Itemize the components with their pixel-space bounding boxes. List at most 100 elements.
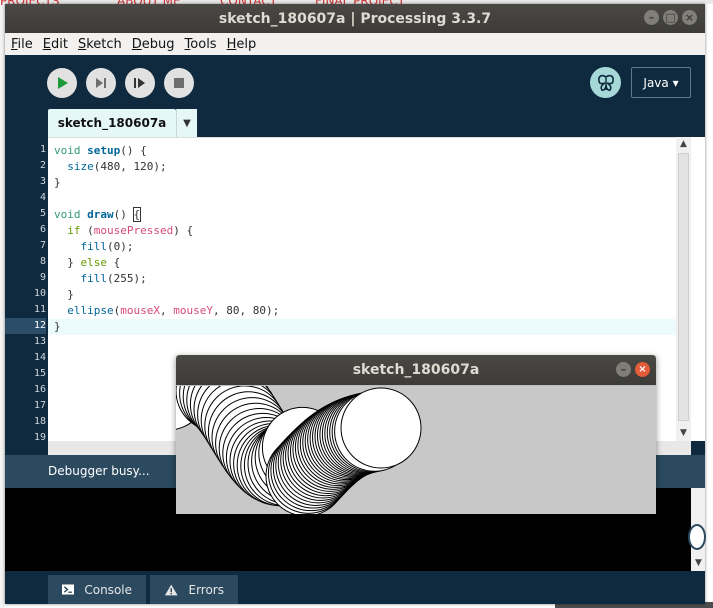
code-token: (0); xyxy=(107,240,134,253)
line-number[interactable]: 17 xyxy=(5,398,46,414)
code-token: fill xyxy=(80,272,108,285)
code-line[interactable]: ellipse(mouseX, mouseY, 80, 80); xyxy=(48,303,676,319)
toolbar: Java ▾ xyxy=(5,55,705,110)
code-token: draw xyxy=(87,208,114,221)
tab-errors-label: Errors xyxy=(188,582,224,597)
editor-vertical-scrollbar[interactable]: ▲ ▼ xyxy=(676,137,691,441)
tab-sketch[interactable]: sketch_180607a xyxy=(48,109,176,137)
tab-errors[interactable]: Errors xyxy=(150,575,238,604)
code-token: fill xyxy=(80,240,108,253)
line-number[interactable]: 18 xyxy=(5,414,46,430)
code-line[interactable]: fill(0); xyxy=(48,239,676,255)
code-token: , xyxy=(159,304,174,317)
console-icon xyxy=(62,584,75,595)
sketch-minimize-button[interactable]: – xyxy=(616,362,631,377)
continue-button[interactable] xyxy=(125,68,155,98)
code-token: } xyxy=(54,176,61,189)
code-line[interactable]: if (mousePressed) { xyxy=(48,223,676,239)
menu-edit[interactable]: Edit xyxy=(37,37,72,52)
debugger-butterfly-icon xyxy=(597,74,614,91)
tab-console[interactable]: Console xyxy=(48,575,146,604)
code-token: void xyxy=(54,144,88,157)
code-token: void xyxy=(54,208,88,221)
line-number[interactable]: 11 xyxy=(5,302,46,318)
code-token: mousePressed xyxy=(93,224,174,237)
code-token: } xyxy=(54,256,81,269)
tab-console-label: Console xyxy=(84,582,132,597)
code-token: if xyxy=(67,224,81,237)
line-number[interactable]: 15 xyxy=(5,366,46,382)
code-token: } xyxy=(54,288,74,301)
sketch-titlebar[interactable]: sketch_180607a – × xyxy=(176,355,656,385)
code-token: , 80, 80); xyxy=(212,304,280,317)
scroll-down-icon[interactable]: ▼ xyxy=(676,426,691,441)
line-number-gutter: 1 2 3 4 5 6 7 8 9 10 11 12 13 14 15 16 17 18 19 xyxy=(5,137,48,443)
mode-selector[interactable]: Java ▾ xyxy=(631,67,691,98)
close-button[interactable]: × xyxy=(682,10,697,25)
debugger-toggle-button[interactable] xyxy=(590,67,621,98)
bottom-panel-tabs: Console Errors xyxy=(5,571,705,604)
line-number[interactable]: 13 xyxy=(5,334,46,350)
line-number[interactable]: 12 xyxy=(5,318,46,334)
code-line[interactable]: } xyxy=(48,319,676,335)
menu-sketch[interactable]: Sketch xyxy=(72,37,126,52)
code-token: mouseY xyxy=(173,304,213,317)
stop-button[interactable] xyxy=(164,68,194,98)
line-number[interactable]: 2 xyxy=(5,158,46,174)
console-scroll-thumb[interactable] xyxy=(688,524,706,550)
code-line[interactable]: void draw() { xyxy=(48,207,676,223)
code-line[interactable] xyxy=(48,191,676,207)
menu-file[interactable]: File xyxy=(5,37,37,52)
code-token: mouseX xyxy=(120,304,160,317)
line-number[interactable]: 16 xyxy=(5,382,46,398)
code-token: { xyxy=(107,256,121,269)
code-token: (255); xyxy=(107,272,147,285)
line-number[interactable]: 5 xyxy=(5,206,46,222)
code-line[interactable]: } else { xyxy=(48,255,676,271)
minimize-button[interactable]: – xyxy=(644,10,659,25)
window-titlebar[interactable]: sketch_180607a | Processing 3.3.7 – □ × xyxy=(5,4,705,33)
line-number[interactable]: 10 xyxy=(5,286,46,302)
sketch-canvas[interactable] xyxy=(176,385,656,514)
menu-help[interactable]: Help xyxy=(221,37,261,52)
sketch-window-title: sketch_180607a xyxy=(352,362,480,378)
tab-menu-button[interactable]: ▼ xyxy=(176,109,197,137)
run-icon xyxy=(58,77,68,89)
console-scroll-down-icon[interactable]: ▼ xyxy=(691,556,706,571)
line-number[interactable]: 6 xyxy=(5,222,46,238)
maximize-button[interactable]: □ xyxy=(663,10,678,25)
stop-icon xyxy=(174,78,184,88)
line-number[interactable]: 3 xyxy=(5,174,46,190)
menu-tools[interactable]: Tools xyxy=(179,37,221,52)
scroll-up-icon[interactable]: ▲ xyxy=(676,137,691,152)
line-number[interactable]: 9 xyxy=(5,270,46,286)
sketch-output-window: sketch_180607a – × xyxy=(176,355,656,514)
run-button[interactable] xyxy=(47,68,77,98)
warning-icon xyxy=(164,584,178,595)
line-number[interactable]: 8 xyxy=(5,254,46,270)
menu-debug[interactable]: Debug xyxy=(126,37,179,52)
sketch-close-button[interactable]: × xyxy=(635,362,650,377)
step-button[interactable] xyxy=(86,68,116,98)
code-token: (480, 120); xyxy=(93,160,167,173)
code-line[interactable]: size(480, 120); xyxy=(48,159,676,175)
line-number[interactable]: 19 xyxy=(5,430,46,446)
menu-bar: File Edit Sketch Debug Tools Help xyxy=(5,33,705,55)
code-token: ellipse xyxy=(67,304,114,317)
line-number[interactable]: 14 xyxy=(5,350,46,366)
code-token: () xyxy=(113,208,134,221)
line-number[interactable]: 7 xyxy=(5,238,46,254)
code-line[interactable]: void setup() { xyxy=(48,143,676,159)
code-token: } xyxy=(54,320,61,333)
line-number[interactable]: 4 xyxy=(5,190,46,206)
line-number[interactable]: 1 xyxy=(5,142,46,158)
editor-scroll-thumb[interactable] xyxy=(678,153,689,421)
code-token: size xyxy=(67,160,94,173)
code-line[interactable]: } xyxy=(48,175,676,191)
code-line[interactable]: fill(255); xyxy=(48,271,676,287)
code-line[interactable]: } xyxy=(48,287,676,303)
